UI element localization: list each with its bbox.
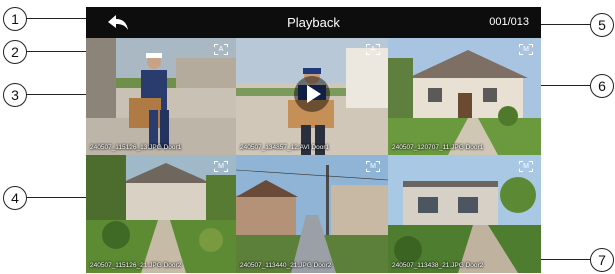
file-name-label: 240507_134857_12.AVI Door1	[240, 144, 330, 151]
mode-badge: M	[519, 161, 533, 172]
thumbnail-tile[interactable]: A 240507_115126_13.JPG Door1	[86, 38, 236, 155]
thumbnail-tile[interactable]: M 240507_113438_21.JPG Door2	[388, 155, 541, 273]
mode-badge: M	[366, 161, 380, 172]
callout-1-leader	[26, 18, 90, 19]
file-name-label: 240507_113440_21.JPG Door2	[240, 262, 332, 269]
thumbnail-image	[236, 155, 388, 273]
callout-2: 2	[3, 40, 27, 64]
playback-screen: Playback 001/013 A 240507_115126_13.JPG …	[86, 7, 541, 273]
thumbnail-image	[388, 155, 541, 273]
thumbnail-tile[interactable]: M 240507_115126_21.JPG Door2	[86, 155, 236, 273]
file-name-label: 240507_115126_13.JPG Door1	[90, 144, 182, 151]
callout-6: 6	[590, 74, 614, 98]
file-name-label: 240507_115126_21.JPG Door2	[90, 262, 182, 269]
callout-3: 3	[3, 83, 27, 107]
mode-badge: A	[214, 44, 228, 55]
play-icon	[307, 85, 321, 103]
thumbnail-grid: A 240507_115126_13.JPG Door1 A 240507_13…	[86, 38, 541, 273]
file-name-label: 240507_113438_21.JPG Door2	[392, 262, 484, 269]
mode-badge: M	[519, 44, 533, 55]
page-title: Playback	[287, 15, 340, 30]
file-name-label: 240507_120707_11.JPG Door1	[392, 144, 484, 151]
record-counter: 001/013	[489, 16, 529, 28]
callout-4: 4	[3, 186, 27, 210]
thumbnail-image	[388, 38, 541, 155]
callout-1: 1	[3, 7, 27, 31]
callout-7: 7	[590, 248, 614, 272]
mode-badge: M	[214, 161, 228, 172]
callout-7-leader	[535, 259, 590, 260]
play-button[interactable]	[294, 76, 330, 112]
top-bar: Playback 001/013	[86, 7, 541, 38]
thumbnail-tile[interactable]: M 240507_120707_11.JPG Door1	[388, 38, 541, 155]
thumbnail-image	[86, 38, 236, 155]
callout-5-leader	[535, 24, 590, 25]
mode-badge: A	[366, 44, 380, 55]
thumbnail-tile[interactable]: A 240507_134857_12.AVI Door1	[236, 38, 388, 155]
thumbnail-image	[86, 155, 236, 273]
thumbnail-tile[interactable]: M 240507_113440_21.JPG Door2	[236, 155, 388, 273]
callout-5: 5	[590, 13, 614, 37]
